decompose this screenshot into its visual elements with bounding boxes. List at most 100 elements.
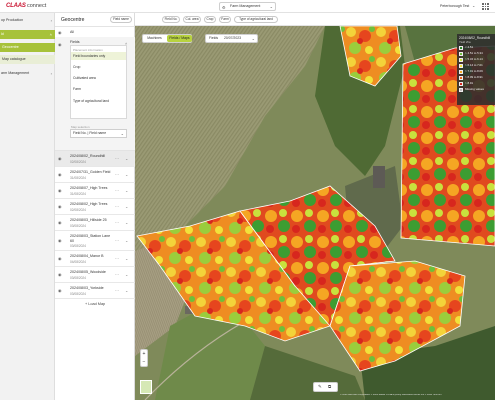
nav-field[interactable]: ld ˄ — [0, 30, 55, 39]
map-row[interactable]: ◉ 2024/08/03_Station Lane 60 03/08/2024 … — [55, 231, 135, 251]
placement-option[interactable]: Crop — [73, 65, 80, 69]
map-date: 31/08/2024 — [70, 192, 86, 196]
toggle-machines[interactable]: Machines — [143, 35, 166, 42]
geocentre-panel: Geocentre ‹ ◉ All ◉ Fields 20/07/2023 ˄ … — [55, 13, 135, 400]
eye-icon[interactable]: ◉ — [58, 272, 62, 277]
connect-logo: connect — [27, 3, 47, 9]
map-row[interactable]: ◉ 2024/08/03_Hillside 25 03/08/2024 ⋯ ⌄ — [55, 215, 135, 231]
map-date: 03/08/2024 — [70, 224, 86, 228]
load-map-button[interactable]: + Load Map — [85, 302, 105, 306]
eye-icon[interactable]: ◉ — [58, 288, 62, 293]
eye-icon[interactable]: ◉ — [58, 188, 62, 193]
eye-icon[interactable]: ◉ — [58, 256, 62, 261]
chevron-down-icon: ⌄ — [120, 131, 124, 136]
more-icon[interactable]: ⋯ — [115, 156, 119, 161]
legend-label: > 6.14 to 7.01 — [465, 63, 483, 67]
placement-option[interactable]: Cultivated area — [73, 76, 96, 80]
user-name[interactable]: Peterborough Test — [440, 4, 469, 8]
placement-option[interactable]: Type of agricultural land — [73, 99, 109, 103]
filter-chip-field-no[interactable]: Field No. — [162, 16, 180, 23]
eye-icon[interactable]: ◉ — [58, 30, 62, 35]
tractor-icon: ⚙ — [222, 5, 226, 10]
eye-icon[interactable]: ◉ — [58, 220, 62, 225]
top-bar: CLAAS connect ⚙ Farm Management ⌄ Peterb… — [0, 0, 495, 13]
map-row[interactable]: ◉ 2024/07/31_Golden Field 31/08/2024 ⋯ ⌄ — [55, 167, 135, 183]
eye-icon[interactable]: ◉ — [58, 42, 62, 47]
filter-chip-crop[interactable]: Crop — [204, 16, 216, 23]
layer-switcher[interactable] — [140, 380, 152, 394]
more-icon[interactable]: ⋯ — [115, 188, 119, 193]
placement-option[interactable]: Field boundaries only — [71, 52, 126, 60]
nav-farm-management[interactable]: arm Management › — [0, 69, 55, 78]
all-layers-row[interactable]: ◉ All — [55, 27, 135, 37]
map-attribution: © 2024 Microsoft Corporation © 2024 Maxa… — [340, 394, 442, 396]
machines-fields-toggle[interactable]: Machines Fields / Maps — [142, 34, 192, 43]
zoom-out-button[interactable]: − — [141, 358, 147, 366]
eye-icon[interactable]: ◉ — [58, 204, 62, 209]
more-icon[interactable]: ⋯ — [115, 288, 119, 293]
eye-icon[interactable]: ◉ — [58, 156, 62, 161]
placement-option[interactable]: Farm — [73, 87, 81, 91]
placement-options-list: Placement information Field boundaries o… — [70, 45, 127, 119]
chevron-down-icon[interactable]: ⌄ — [472, 3, 475, 8]
nav-geocentre[interactable]: Geocentre — [0, 43, 55, 52]
panel-title: Geocentre — [61, 17, 85, 23]
fields-date-select[interactable]: Fields 20/07/2023 ⌄ — [205, 34, 258, 43]
nav-label: Geocentre — [2, 45, 19, 49]
nav-crop-production[interactable]: op Production › — [0, 16, 55, 25]
nav-map-catalogue[interactable]: Map catalogue — [0, 55, 55, 64]
map-view[interactable]: Machines Fields / Maps Fields 20/07/2023… — [135, 26, 495, 400]
map-row[interactable]: ◉ 2024/08/02_Roundhill 02/08/2024 ⋯ ⌄ — [55, 151, 135, 167]
chevron-up-icon: ˄ — [49, 32, 52, 37]
layers-icon[interactable]: ⧉ — [328, 384, 331, 389]
map-row[interactable]: ◉ 2024/08/02_High Trees 02/08/2024 ⋯ ⌄ — [55, 199, 135, 215]
more-icon[interactable]: ⋯ — [115, 204, 119, 209]
filter-chip-cul-area[interactable]: Cul. area — [183, 16, 201, 23]
more-icon[interactable]: ⋯ — [115, 272, 119, 277]
map-row[interactable]: ◉ 2024/08/05_Woodside 03/08/2024 ⋯ ⌄ — [55, 267, 135, 283]
legend-label: > 5.34 to 6.14 — [465, 57, 483, 61]
chevron-down-icon: ⌄ — [269, 4, 273, 9]
edit-icon[interactable]: ✎ — [318, 384, 322, 390]
chevron-down-icon[interactable]: ⌄ — [125, 172, 128, 177]
map-row[interactable]: ◉ 2024/08/04_Manor B 04/08/2024 ⋯ ⌄ — [55, 251, 135, 267]
chevron-down-icon[interactable]: ⌄ — [125, 204, 128, 209]
legend-swatch — [459, 76, 463, 80]
zoom-in-button[interactable]: + — [141, 350, 147, 358]
legend-label: > 4.51 to 5.34 — [465, 51, 483, 55]
chevron-down-icon[interactable]: ⌄ — [125, 272, 128, 277]
apps-grid-icon[interactable] — [482, 3, 489, 10]
filter-chip-farm[interactable]: Farm — [219, 16, 231, 23]
fields-date-value: 20/07/2023 — [224, 36, 241, 40]
map-name: 2024/08/04_Manor B — [70, 254, 104, 258]
more-icon[interactable]: ⋯ — [115, 172, 119, 177]
eye-icon[interactable]: ◉ — [58, 238, 62, 243]
map-selection-select[interactable]: Field No. | Field name ⌄ — [70, 129, 127, 138]
map-date: 04/08/2024 — [70, 260, 86, 264]
chevron-right-icon: › — [50, 71, 52, 76]
nav-label: arm Management — [1, 71, 30, 75]
legend-label: > 8.91 — [465, 81, 474, 85]
toggle-fields-maps[interactable]: Fields / Maps — [167, 35, 192, 42]
chevron-down-icon[interactable]: ⌄ — [125, 188, 128, 193]
chevron-down-icon[interactable]: ⌄ — [125, 156, 128, 161]
more-icon[interactable]: ⋯ — [115, 220, 119, 225]
map-row[interactable]: ◉ 2024/08/07_High Trees 31/08/2024 ⋯ ⌄ — [55, 183, 135, 199]
filter-chip-agricultural-land[interactable]: Type of agricultural land — [234, 16, 278, 23]
filter-chip-field-name[interactable]: Field name — [110, 16, 132, 23]
module-select[interactable]: ⚙ Farm Management ⌄ — [219, 2, 276, 11]
module-select-value: Farm Management — [230, 4, 261, 8]
chevron-down-icon[interactable]: ⌄ — [125, 220, 128, 225]
nav-label: Map catalogue — [2, 57, 26, 61]
map-row[interactable]: ◉ 2024/08/03_Yorkside 03/08/2024 ⋯ ⌄ — [55, 283, 135, 299]
legend-swatch — [459, 64, 463, 68]
chevron-down-icon[interactable]: ⌄ — [125, 256, 128, 261]
more-icon[interactable]: ⋯ — [115, 256, 119, 261]
claas-logo[interactable]: CLAAS — [6, 3, 26, 9]
map-date: 31/08/2024 — [70, 176, 86, 180]
eye-icon[interactable]: ◉ — [58, 172, 62, 177]
legend-swatch — [459, 82, 463, 86]
chevron-down-icon[interactable]: ⌄ — [125, 288, 128, 293]
chevron-down-icon[interactable]: ⌄ — [125, 238, 128, 243]
more-icon[interactable]: ⋯ — [115, 238, 119, 243]
